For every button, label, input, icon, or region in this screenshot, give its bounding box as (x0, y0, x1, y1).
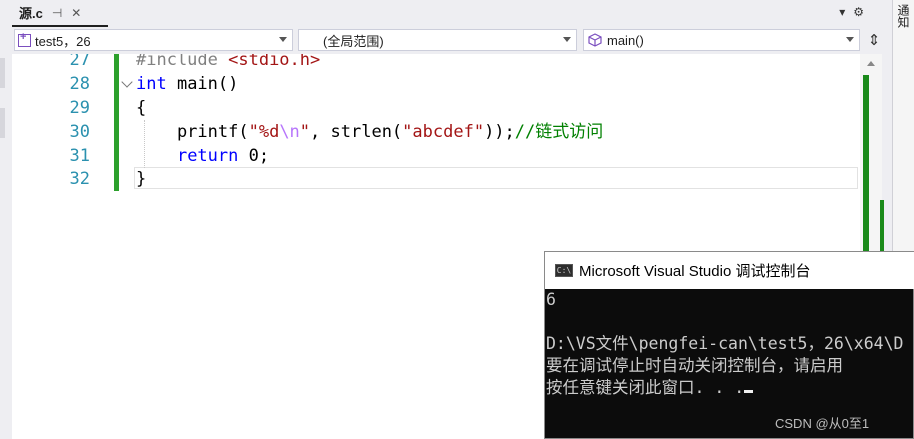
code-text: } (136, 167, 146, 191)
code-token: )); (484, 122, 515, 142)
console-line: 6 (546, 290, 556, 309)
chevron-down-icon (563, 37, 571, 42)
console-icon: C:\ (555, 264, 573, 277)
fold-chevron-icon[interactable] (121, 76, 133, 88)
project-icon (18, 31, 31, 47)
line-number: 32 (69, 169, 90, 189)
code-line[interactable]: 29 { (34, 96, 858, 120)
split-window-icon[interactable]: ⇕ (863, 29, 885, 51)
code-line[interactable]: 28 int main() (34, 72, 858, 96)
method-cube-icon (588, 33, 602, 47)
member-dropdown[interactable]: main() (583, 29, 860, 51)
tab-title: 源.c (19, 6, 43, 21)
code-line[interactable]: 30 printf("%d\n", strlen("abcdef"));//链式… (34, 120, 858, 144)
line-number: 30 (69, 122, 90, 142)
line-number: 31 (69, 146, 90, 166)
pin-icon[interactable]: ⊣ (52, 6, 62, 20)
project-dropdown[interactable]: test5，26 (14, 29, 293, 51)
tab-source-file[interactable]: 源.c ⊣ ✕ (12, 0, 108, 27)
code-line[interactable]: 32} (34, 167, 858, 191)
chevron-down-icon (279, 37, 287, 42)
scope-dropdown[interactable]: (全局范围) (298, 29, 577, 51)
code-text: int main() (136, 72, 238, 96)
code-token: \n (279, 122, 300, 142)
console-line: 要在调试停止时自动关闭控制台，请启用 (546, 356, 843, 375)
code-token: { (136, 98, 147, 118)
chevron-down-icon[interactable]: ▾ (839, 5, 845, 19)
code-line[interactable]: 31 return 0; (34, 144, 858, 168)
code-text: { (136, 96, 146, 120)
gear-icon[interactable]: ⚙ (853, 5, 864, 19)
code-text: printf("%d\n", strlen("abcdef"));//链式访问 (136, 120, 603, 144)
code-token: main() (166, 74, 239, 94)
code-token: return (176, 146, 239, 166)
console-title-bar[interactable]: C:\ Microsoft Visual Studio 调试控制台 (545, 252, 914, 289)
scrollbar-change-marker (863, 75, 869, 275)
console-line: D:\VS文件\pengfei-can\test5，26\x64\D (546, 334, 904, 353)
close-icon[interactable]: ✕ (71, 6, 81, 20)
code-token: "abcdef" (402, 122, 485, 142)
chevron-down-icon (846, 37, 854, 42)
project-dropdown-value: test5，26 (35, 33, 91, 49)
code-token: , strlen( (310, 122, 403, 142)
console-output: 6 D:\VS文件\pengfei-can\test5，26\x64\D 要在调试停… (546, 289, 914, 399)
line-number: 29 (69, 98, 90, 118)
watermark: CSDN @从0至1 (775, 416, 870, 431)
console-line: 按任意键关闭此窗口. . . (546, 377, 914, 399)
console-title: Microsoft Visual Studio 调试控制台 (579, 263, 811, 280)
code-token: } (136, 169, 147, 189)
code-text: return 0; (136, 144, 269, 168)
member-dropdown-value: main() (607, 32, 644, 48)
debug-console-window[interactable]: C:\ Microsoft Visual Studio 调试控制台 6 D:\VS… (544, 251, 914, 439)
code-token: 0; (238, 146, 270, 166)
code-token: printf( (136, 122, 249, 142)
code-token: "%d (248, 122, 280, 142)
line-number: 28 (69, 74, 90, 94)
code-token: //链式访问 (514, 122, 604, 142)
console-cursor (744, 390, 754, 393)
scroll-up-icon[interactable] (867, 61, 875, 66)
notifications-label: 通知 (896, 4, 910, 28)
scope-dropdown-value: (全局范围) (323, 33, 384, 49)
code-token: " (299, 122, 311, 142)
code-token: int (136, 74, 167, 94)
tab-bar-actions: ▾ ⚙ (839, 5, 864, 19)
tab-bar: ▾ ⚙ (12, 0, 892, 27)
